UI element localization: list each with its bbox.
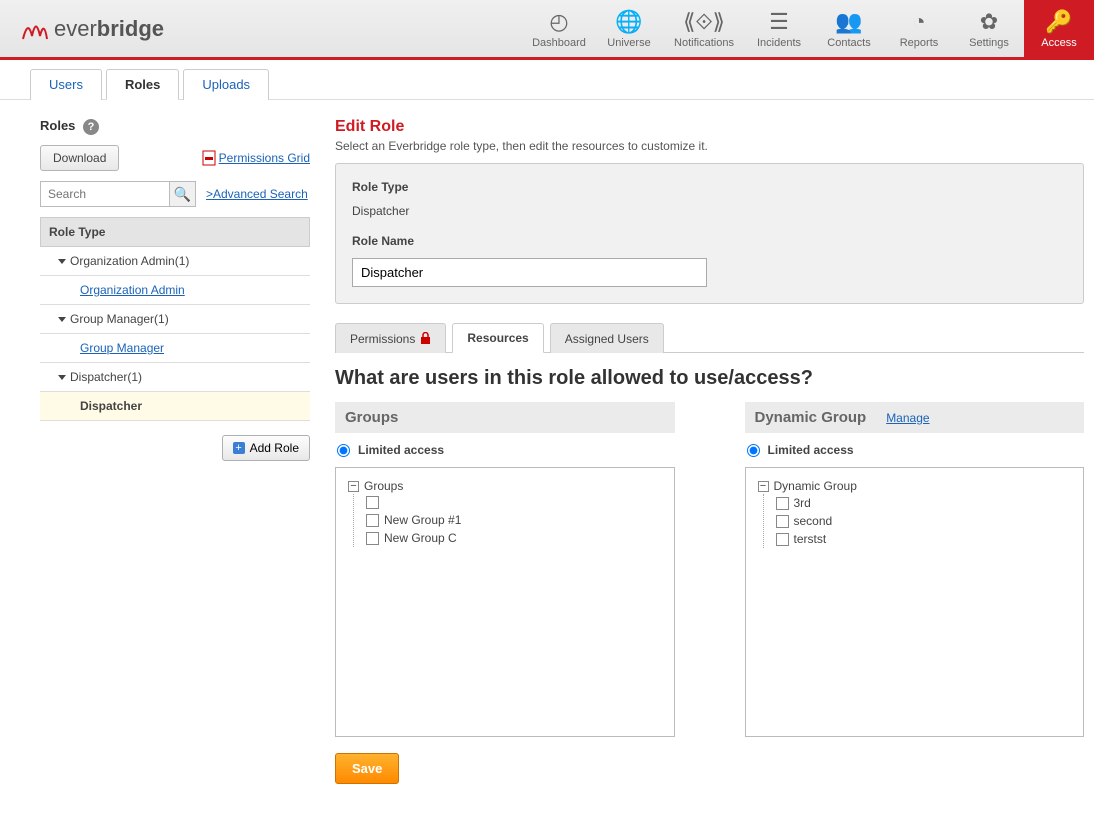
role-type-label: Role Type <box>352 180 1067 194</box>
logo-icon <box>20 14 50 44</box>
dynamic-limited-radio[interactable] <box>747 444 760 457</box>
groups-root-node[interactable]: −Groups <box>348 478 662 494</box>
groups-column: Groups Limited access −Groups New Group … <box>335 402 675 737</box>
key-icon: 🔑 <box>1045 9 1072 35</box>
dynamic-item[interactable]: second <box>776 512 1072 530</box>
tree-group-mgr-child[interactable]: Group Manager <box>40 334 310 363</box>
chevron-down-icon <box>58 259 66 264</box>
checkbox[interactable] <box>366 514 379 527</box>
access-question: What are users in this role allowed to u… <box>335 367 1084 390</box>
tab-uploads[interactable]: Uploads <box>183 69 269 100</box>
chevron-down-icon <box>58 375 66 380</box>
save-button[interactable]: Save <box>335 753 399 784</box>
tree-org-admin-child[interactable]: Organization Admin <box>40 276 310 305</box>
minus-icon[interactable]: − <box>348 481 359 492</box>
antenna-icon: ⟪⟐⟫ <box>683 9 725 35</box>
nav-reports[interactable]: ◔Reports <box>884 0 954 59</box>
minus-icon[interactable]: − <box>758 481 769 492</box>
nav-universe[interactable]: 🌐Universe <box>594 0 664 59</box>
edit-role-desc: Select an Everbridge role type, then edi… <box>335 139 1084 153</box>
tree-group-mgr-parent[interactable]: Group Manager(1) <box>40 305 310 334</box>
people-icon: 👥 <box>835 9 862 35</box>
download-button[interactable]: Download <box>40 145 119 171</box>
right-panel: Edit Role Select an Everbridge role type… <box>310 118 1094 784</box>
search-icon: 🔍 <box>174 186 191 202</box>
group-item[interactable] <box>366 494 662 511</box>
dynamic-limited-label: Limited access <box>768 443 854 457</box>
checkbox[interactable] <box>776 533 789 546</box>
topbar: everbridge ◴Dashboard 🌐Universe ⟪⟐⟫Notif… <box>0 0 1094 60</box>
lock-icon <box>420 332 431 345</box>
main-nav: ◴Dashboard 🌐Universe ⟪⟐⟫Notifications ☰I… <box>524 0 1094 59</box>
search-button[interactable]: 🔍 <box>169 182 195 206</box>
checkbox[interactable] <box>366 532 379 545</box>
dynamic-root-node[interactable]: −Dynamic Group <box>758 478 1072 494</box>
gear-icon: ✿ <box>980 9 998 35</box>
tree-dispatcher-child[interactable]: Dispatcher <box>40 392 310 421</box>
logo[interactable]: everbridge <box>20 14 164 44</box>
chevron-down-icon <box>58 317 66 322</box>
role-type-value: Dispatcher <box>352 204 1067 218</box>
dynamic-limited-row[interactable]: Limited access <box>745 433 1085 467</box>
nav-settings[interactable]: ✿Settings <box>954 0 1024 59</box>
role-type-header: Role Type <box>40 217 310 247</box>
group-item[interactable]: New Group C <box>366 529 662 547</box>
roles-title: Roles <box>40 118 75 133</box>
checkbox[interactable] <box>776 515 789 528</box>
checkbox[interactable] <box>776 497 789 510</box>
nav-dashboard[interactable]: ◴Dashboard <box>524 0 594 59</box>
tree-org-admin-parent[interactable]: Organization Admin(1) <box>40 247 310 276</box>
pie-icon: ◔ <box>912 9 925 35</box>
advanced-search-link[interactable]: >Advanced Search <box>206 187 308 201</box>
dynamic-item[interactable]: terstst <box>776 530 1072 548</box>
groups-tree[interactable]: −Groups New Group #1 New Group C <box>335 467 675 737</box>
nav-access[interactable]: 🔑Access <box>1024 0 1094 59</box>
globe-icon: 🌐 <box>615 9 642 35</box>
list-icon: ☰ <box>769 9 789 35</box>
plus-icon: + <box>233 442 245 454</box>
permissions-grid-link[interactable]: Permissions Grid <box>219 151 310 165</box>
logo-text: everbridge <box>54 16 164 42</box>
nav-contacts[interactable]: 👥Contacts <box>814 0 884 59</box>
tab-assigned-users[interactable]: Assigned Users <box>550 323 664 353</box>
tree-dispatcher-parent[interactable]: Dispatcher(1) <box>40 363 310 392</box>
role-name-label: Role Name <box>352 234 1067 248</box>
left-panel: Roles ? Download Permissions Grid 🔍 >Adv… <box>40 118 310 784</box>
search-input[interactable] <box>41 182 169 206</box>
dynamic-header: Dynamic GroupManage <box>745 402 1085 433</box>
resources-columns: Groups Limited access −Groups New Group … <box>335 402 1084 737</box>
groups-limited-radio[interactable] <box>337 444 350 457</box>
role-name-input[interactable] <box>352 258 707 287</box>
tab-users[interactable]: Users <box>30 69 102 100</box>
edit-role-title: Edit Role <box>335 118 1084 136</box>
mid-tabs: Permissions Resources Assigned Users <box>335 322 1084 353</box>
dynamic-item[interactable]: 3rd <box>776 494 1072 512</box>
form-box: Role Type Dispatcher Role Name <box>335 163 1084 304</box>
content: Roles ? Download Permissions Grid 🔍 >Adv… <box>0 100 1094 804</box>
manage-link[interactable]: Manage <box>886 411 929 425</box>
nav-notifications[interactable]: ⟪⟐⟫Notifications <box>664 0 744 59</box>
dynamic-group-column: Dynamic GroupManage Limited access −Dyna… <box>745 402 1085 737</box>
help-icon[interactable]: ? <box>83 119 99 135</box>
group-item[interactable]: New Group #1 <box>366 511 662 529</box>
dashboard-icon: ◴ <box>549 9 568 35</box>
add-role-button[interactable]: +Add Role <box>222 435 310 461</box>
search-wrap: 🔍 <box>40 181 196 207</box>
nav-incidents[interactable]: ☰Incidents <box>744 0 814 59</box>
groups-header: Groups <box>335 402 675 433</box>
pdf-icon <box>202 150 216 166</box>
dynamic-tree[interactable]: −Dynamic Group 3rd second terstst <box>745 467 1085 737</box>
tab-roles[interactable]: Roles <box>106 69 179 100</box>
tab-resources[interactable]: Resources <box>452 323 543 353</box>
tab-permissions[interactable]: Permissions <box>335 323 446 353</box>
groups-limited-row[interactable]: Limited access <box>335 433 675 467</box>
checkbox[interactable] <box>366 496 379 509</box>
subtabs: Users Roles Uploads <box>0 68 1094 100</box>
groups-limited-label: Limited access <box>358 443 444 457</box>
